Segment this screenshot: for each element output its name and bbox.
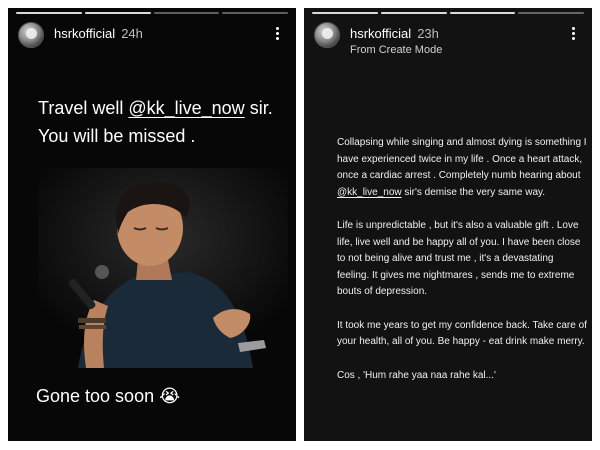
singer-photo [38, 168, 288, 368]
story-text-body: Collapsing while singing and almost dyin… [337, 135, 587, 401]
paragraph-4: Cos , 'Hum rahe yaa naa rahe kal...' [337, 369, 496, 381]
progress-segment [16, 12, 82, 14]
progress-segment [312, 12, 378, 14]
progress-segment [518, 12, 584, 14]
username[interactable]: hsrkofficial [350, 26, 411, 41]
avatar[interactable] [314, 22, 340, 48]
caption-text: Travel well [38, 98, 129, 118]
story-header: hsrkofficial 24h [18, 22, 288, 50]
progress-segment [153, 12, 220, 14]
mention-link[interactable]: @kk_live_now [337, 187, 402, 198]
story-subtitle: From Create Mode [350, 44, 443, 56]
paragraph-text: sir's demise the very same way. [401, 186, 546, 198]
username[interactable]: hsrkofficial [54, 26, 115, 41]
more-vertical-icon[interactable] [270, 26, 284, 44]
progress-segment [380, 12, 447, 14]
avatar[interactable] [18, 22, 44, 48]
timestamp: 23h [417, 26, 439, 41]
username-line[interactable]: hsrkofficial 24h [54, 26, 143, 41]
caption-bottom: Gone too soon 😭 [36, 386, 181, 406]
timestamp: 24h [121, 26, 143, 41]
username-line[interactable]: hsrkofficial 23h [350, 26, 439, 41]
caption-top: Travel well @kk_live_now sir. You will b… [38, 94, 278, 150]
story-right[interactable]: hsrkofficial 23h From Create Mode Collaps… [304, 8, 592, 441]
mention-link[interactable]: @kk_live_now [128, 98, 244, 118]
paragraph-text: Collapsing while singing and almost dyin… [337, 137, 587, 181]
story-progress-bar [16, 12, 288, 15]
progress-segment [84, 12, 151, 14]
progress-segment [222, 12, 288, 14]
more-vertical-icon[interactable] [566, 26, 580, 44]
paragraph-3: It took me years to get my confidence ba… [337, 319, 587, 348]
story-progress-bar [312, 12, 584, 15]
story-header: hsrkofficial 23h From Create Mode [314, 22, 584, 56]
story-left[interactable]: hsrkofficial 24h Travel well @kk_live_now… [8, 8, 296, 441]
paragraph-1: Collapsing while singing and almost dyin… [337, 135, 587, 201]
paragraph-2: Life is unpredictable , but it's also a … [337, 220, 581, 297]
progress-segment [449, 12, 516, 14]
